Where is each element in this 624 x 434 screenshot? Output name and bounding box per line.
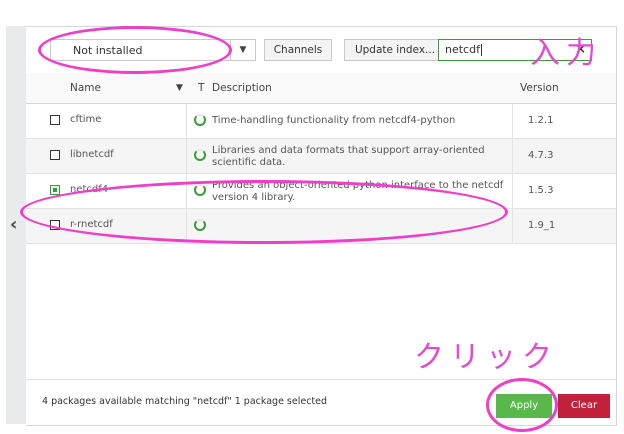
status-ring-icon: [194, 219, 206, 231]
chevron-down-icon[interactable]: ▼: [176, 73, 183, 103]
package-description: Libraries and data formats that support …: [212, 145, 485, 168]
status-ring-icon: [194, 114, 206, 126]
column-divider: [512, 209, 513, 243]
chevron-left-icon[interactable]: ‹: [10, 214, 17, 235]
table-row[interactable]: r-rnetcdf 1.9_1: [26, 209, 616, 244]
column-divider: [186, 104, 187, 138]
package-name: netcdf4: [70, 184, 109, 195]
table-header: Name ▼ T Description Version: [26, 73, 616, 104]
package-version: 1.2.1: [528, 115, 554, 126]
table-row[interactable]: libnetcdf Libraries and data formats tha…: [26, 139, 616, 174]
channels-button[interactable]: Channels: [264, 39, 332, 61]
table-row[interactable]: cftime Time-handling functionality from …: [26, 104, 616, 139]
package-description: Time-handling functionality from netcdf4…: [212, 115, 456, 126]
packages-table: Name ▼ T Description Version cftime Time…: [26, 73, 616, 244]
table-row[interactable]: netcdf4 Provides an object-oriented pyth…: [26, 174, 616, 209]
status-message: 4 packages available matching "netcdf" 1…: [42, 396, 328, 407]
package-version: 1.9_1: [528, 220, 556, 231]
clear-button[interactable]: Clear: [558, 394, 610, 418]
column-divider: [512, 139, 513, 173]
filter-select[interactable]: Not installed ▼: [50, 39, 256, 61]
package-name: r-rnetcdf: [70, 219, 113, 230]
column-header-name[interactable]: Name: [70, 73, 101, 103]
column-divider: [512, 174, 513, 208]
packages-toolbar: Not installed ▼ Channels Update index...…: [26, 27, 616, 73]
column-divider: [512, 104, 513, 138]
package-checkbox[interactable]: [50, 150, 60, 160]
packages-footer: 4 packages available matching "netcdf" 1…: [26, 379, 616, 426]
package-version: 4.7.3: [528, 150, 554, 161]
package-name: libnetcdf: [70, 149, 114, 160]
filter-select-value: Not installed: [73, 44, 143, 57]
column-header-version[interactable]: Version: [520, 73, 559, 103]
status-ring-icon: [194, 184, 206, 196]
package-description: Provides an object-oriented python inter…: [212, 180, 504, 203]
column-divider: [186, 174, 187, 208]
package-checkbox[interactable]: [50, 115, 60, 125]
update-index-button[interactable]: Update index...: [344, 39, 446, 61]
package-name: cftime: [70, 114, 102, 125]
apply-button[interactable]: Apply: [496, 394, 552, 418]
annotation-click-note: クリック: [414, 340, 558, 375]
package-checkbox-selected[interactable]: [50, 185, 60, 195]
text-cursor: [480, 44, 482, 56]
column-header-description[interactable]: Description: [212, 73, 272, 103]
chevron-down-icon[interactable]: ▼: [230, 40, 255, 60]
search-input-value: netcdf: [445, 43, 480, 56]
column-header-type[interactable]: T: [198, 73, 204, 103]
column-divider: [186, 139, 187, 173]
annotation-input-note: 入力: [530, 36, 602, 71]
package-checkbox[interactable]: [50, 220, 60, 230]
side-collapse-bar[interactable]: ‹: [6, 26, 27, 424]
column-divider: [186, 209, 187, 243]
package-version: 1.5.3: [528, 185, 554, 196]
status-ring-icon: [194, 149, 206, 161]
